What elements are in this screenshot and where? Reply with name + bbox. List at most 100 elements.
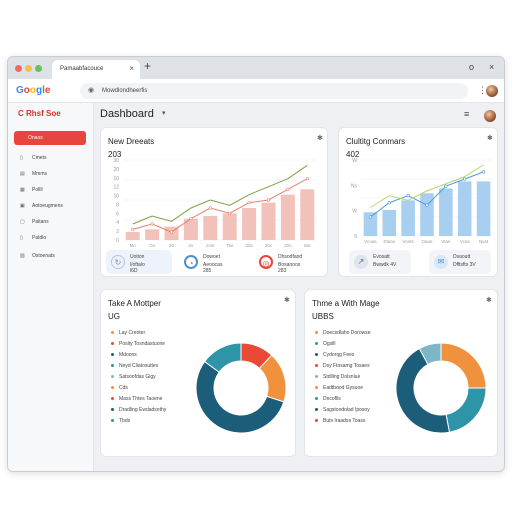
sidebar-item-label: Aotoeugmens <box>32 203 63 209</box>
bar <box>280 194 295 240</box>
legend-label: Mdoons <box>119 352 137 358</box>
legend-swatch <box>111 353 114 357</box>
sidebar-item-4[interactable]: ▦ Pollll <box>20 187 43 193</box>
data-point <box>266 198 271 202</box>
close-window-dot[interactable] <box>15 65 22 72</box>
data-point <box>305 177 309 181</box>
legend-label: Satsoofdas Gigy <box>119 374 156 380</box>
sidebar-item-3[interactable]: ▤ Mmms <box>20 171 47 177</box>
refresh-icon: ↻ <box>111 255 125 269</box>
stat-box[interactable]: ↻ Uotion l/oftalo l6D <box>106 250 172 274</box>
x-tick-label: 20o <box>284 243 292 248</box>
address-bar[interactable]: ◉ Mowdlondheerfis <box>80 83 468 99</box>
minimize-window-dot[interactable] <box>25 65 32 72</box>
legend-item: Dsy Ftosamg Tosaes <box>315 363 397 369</box>
mail-icon: ✉ <box>434 255 448 269</box>
stat-label: Uotion <box>130 254 145 260</box>
donut-slice <box>440 342 487 389</box>
legend-item: Satsoofdas Gigy <box>111 374 193 380</box>
sidebar-item-active[interactable]: Onaos <box>14 131 86 145</box>
sidebar-item-2[interactable]: ▯ Cmets <box>20 155 46 161</box>
users-icon: ▣ <box>20 203 25 209</box>
legend-item: Buts Iraados Toass <box>315 418 397 424</box>
gear-icon[interactable]: ✱ <box>317 134 323 142</box>
sidebar-item-6[interactable]: ▢ Paitans <box>20 219 49 225</box>
user-avatar[interactable] <box>484 110 496 122</box>
gear-icon[interactable]: ✱ <box>284 296 290 304</box>
gear-icon[interactable]: ✱ <box>487 134 493 142</box>
legend-item: Ogslll <box>315 341 397 347</box>
x-tick-label: Dlaas <box>384 239 396 244</box>
brand-logo: C Rhsf Soe <box>18 109 61 118</box>
gear-icon[interactable]: ✱ <box>486 296 492 304</box>
y-tick-label: 0 <box>116 238 119 244</box>
sidebar: C Rhsf Soe Onaos ▯ Cmets ▤ Mmms ▦ Pollll ▣ A… <box>8 103 94 471</box>
hamburger-icon[interactable]: ≡ <box>464 109 469 119</box>
stat-value: 285 <box>203 268 212 274</box>
legend-label: Doecsdlaho Dorowse <box>323 330 371 336</box>
legend-swatch <box>315 408 318 412</box>
sidebar-item-label: Onaos <box>28 135 43 141</box>
tab-close-icon[interactable]: × <box>129 64 134 73</box>
maximize-window-dot[interactable] <box>35 65 42 72</box>
sidebar-item-label: Mmms <box>32 171 47 177</box>
data-point <box>406 194 410 198</box>
card-title: Take A Mottper <box>108 299 161 308</box>
chart-icon: ▦ <box>20 187 25 193</box>
legend-item: Dncoflls <box>315 396 397 402</box>
stat-box[interactable]: ◔ Dowoet Aeoocas 285 <box>179 250 245 274</box>
legend-item: Eadtbood Gysuoe <box>315 385 397 391</box>
donut-card-right: Thme a With Mage UBBS ✱ Doecsdlaho Dorow… <box>304 289 498 457</box>
sidebar-item-7[interactable]: ▯ Patdlo <box>20 235 46 241</box>
chevron-down-icon[interactable]: ▾ <box>162 109 166 117</box>
x-tick-label: Vtan <box>441 239 451 244</box>
legend-swatch <box>315 331 318 335</box>
settings-icon: ▧ <box>20 253 25 259</box>
legend-label: Dncoflls <box>323 396 341 402</box>
legend-swatch <box>111 342 114 346</box>
legend-swatch <box>315 353 318 357</box>
browser-tab[interactable]: Pamaabfacouce × <box>52 60 140 79</box>
x-tick-label: 2o <box>188 243 194 248</box>
conversions-card: Clultitg Conmars 402 ✱ W Ns W 5 Vcoas Dlaas Vo… <box>338 127 498 277</box>
google-logo: Google <box>16 85 51 96</box>
bar <box>203 216 218 240</box>
bar <box>242 208 257 240</box>
browser-avatar[interactable] <box>486 85 498 97</box>
legend-swatch <box>315 342 318 346</box>
y-tick-label: 12 <box>113 185 119 191</box>
y-tick-label: 5 <box>354 234 357 240</box>
data-point <box>131 227 135 231</box>
legend-label: Cds <box>119 385 128 391</box>
stat-box[interactable]: ◎ Dhsodfand Bosanoos 283 <box>254 250 324 274</box>
tab-title: Pamaabfacouce <box>60 66 104 72</box>
sidebar-item-8[interactable]: ▧ Ostoenats <box>20 253 55 259</box>
legend-swatch <box>315 419 318 423</box>
data-point <box>481 170 486 174</box>
legend-label: Buts Iraados Toass <box>323 418 366 424</box>
x-tick-label: 20s <box>245 243 253 248</box>
bar <box>401 200 415 236</box>
bar <box>125 232 140 240</box>
y-tick-label: 4 <box>116 220 119 226</box>
arrow-icon: ↗ <box>354 255 368 269</box>
legend-item: Neyd Cliatosuttes <box>111 363 193 369</box>
window-close-icon[interactable]: × <box>489 62 494 72</box>
window-restore-icon[interactable]: o <box>469 62 474 72</box>
legend-label: Tbds <box>119 418 131 424</box>
new-tab-button[interactable]: + <box>144 59 151 73</box>
x-tick-label: Vcoas <box>364 239 377 244</box>
doc-icon: ▢ <box>20 219 25 225</box>
legend-label: Posity Tosndastuone <box>119 341 166 347</box>
stat-box[interactable]: ↗ Evosatt Bwwdk 4V <box>349 250 411 274</box>
stat-box[interactable]: ✉ Dsaoutt Dffisfts 3V <box>429 250 491 274</box>
x-tick-label: 20 <box>169 243 175 248</box>
legend-label: Eadtbood Gysuoe <box>323 385 364 391</box>
y-tick-label: 30 <box>113 158 119 164</box>
legend-item: Mdoons <box>111 352 193 358</box>
x-tick-label: 20c <box>265 243 273 248</box>
legend-swatch <box>111 331 114 335</box>
donut-legend: Lay Creoter Posity Tosndastuone Mdoons Neyd… <box>111 330 193 429</box>
sidebar-item-5[interactable]: ▣ Aotoeugmens <box>20 203 63 209</box>
grid-icon: ▯ <box>20 155 23 161</box>
